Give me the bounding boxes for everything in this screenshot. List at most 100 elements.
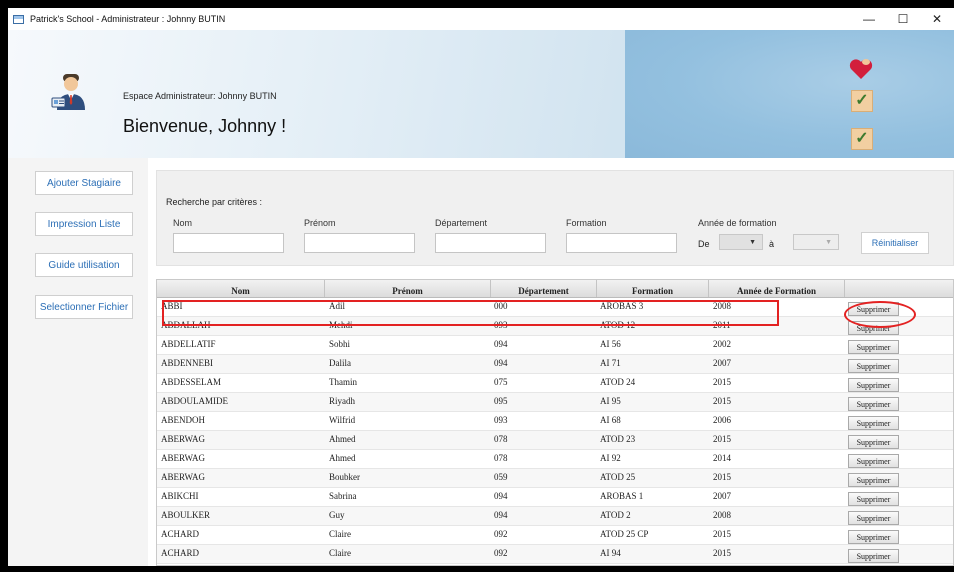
a-label: à [769,239,775,249]
table-row[interactable]: ABOULKER Guy 094 ATOD 2 2008 Supprimer [157,507,953,526]
cell-prenom: Ahmed [329,453,356,463]
cell-annee: 2015 [713,529,731,539]
nom-input[interactable] [173,233,284,253]
cell-formation: ATOD 23 [600,434,636,444]
cell-nom: ABERWAG [161,453,206,463]
prenom-input[interactable] [304,233,415,253]
column-header-annee[interactable]: Année de Formation [709,280,845,297]
table-row[interactable]: ACHARD Claire 092 AI 94 2015 Supprimer [157,545,953,564]
cell-departement: 092 [494,548,508,558]
cell-nom: ABDENNEBI [161,358,213,368]
cell-formation: AI 94 [600,548,621,558]
supprimer-button[interactable]: Supprimer [848,454,899,468]
cell-nom: ABDESSELAM [161,377,222,387]
cell-formation: ATOD 24 [600,377,636,387]
cell-departement: 092 [494,529,508,539]
minimize-button[interactable]: — [852,8,886,30]
cell-formation: AROBAS 1 [600,491,644,501]
cell-prenom: Ahmed [329,434,356,444]
cell-prenom: Dalila [329,358,351,368]
cell-formation: AI 68 [600,415,621,425]
cell-prenom: Claire [329,548,351,558]
cell-formation: AI 95 [600,396,621,406]
table-row[interactable]: ABDOULAMIDE Riyadh 095 AI 95 2015 Supprimer [157,393,953,412]
app-window-icon [13,14,24,24]
cell-departement: 094 [494,510,508,520]
cell-nom: ABDELLATIF [161,339,216,349]
welcome-heading: Bienvenue, Johnny ! [123,116,287,136]
cell-formation: AI 71 [600,358,621,368]
table-row[interactable]: ABERWAG Boubker 059 ATOD 25 2015 Supprimer [157,469,953,488]
sidebar-item-ajouter-stagiaire[interactable]: Ajouter Stagiaire [35,171,133,195]
supprimer-button[interactable]: Supprimer [848,435,899,449]
cell-formation: ATOD 25 [600,472,636,482]
table-header: Nom Prénom Département Formation Année d… [157,280,953,298]
admin-space-label: Espace Administrateur: Johnny BUTIN [123,91,277,101]
cell-nom: ACHARD [161,548,200,558]
supprimer-button[interactable]: Supprimer [848,530,899,544]
nom-label: Nom [173,218,193,228]
maximize-button[interactable]: ☐ [886,8,920,30]
cell-formation: ATOD 2 [600,510,631,520]
supprimer-button[interactable]: Supprimer [848,397,899,411]
header-illustration [625,30,954,158]
cell-prenom: Riyadh [329,396,355,406]
check-block: ✓ [851,90,873,112]
sidebar-item-impression-liste[interactable]: Impression Liste [35,212,133,236]
reinitialiser-button[interactable]: Réinitialiser [861,232,929,254]
table-row[interactable]: ABDELLATIF Sobhi 094 AI 56 2002 Supprimer [157,336,953,355]
cell-nom: ABDOULAMIDE [161,396,228,406]
admin-user-icon [51,74,85,110]
supprimer-button[interactable]: Supprimer [848,473,899,487]
table-row[interactable]: ABIKCHI Sabrina 094 AROBAS 1 2007 Supprimer [157,488,953,507]
column-header-nom[interactable]: Nom [157,280,325,297]
chevron-down-icon: ▼ [825,238,832,246]
table-row[interactable]: ACHARD Claire 092 ATOD 25 CP 2015 Supprimer [157,526,953,545]
table-row[interactable]: ABERWAG Ahmed 078 ATOD 23 2015 Supprimer [157,431,953,450]
cell-prenom: Sobhi [329,339,351,349]
supprimer-button[interactable]: Supprimer [848,359,899,373]
departement-label: Département [435,218,488,228]
app-window: Patrick's School - Administrateur : John… [8,8,954,566]
table-body: ABBI Adil 000 AROBAS 3 2008 Supprimer ABDALLAH… [157,298,953,564]
cell-annee: 2015 [713,396,731,406]
header-banner: Espace Administrateur: Johnny BUTIN Bien… [8,30,954,158]
cell-annee: 2002 [713,339,731,349]
cell-annee: 2008 [713,510,731,520]
cell-nom: ABERWAG [161,472,206,482]
cell-departement: 094 [494,358,508,368]
cell-departement: 059 [494,472,508,482]
cell-prenom: Sabrina [329,491,357,501]
close-button[interactable]: ✕ [920,8,954,30]
supprimer-button[interactable]: Supprimer [848,511,899,525]
cell-prenom: Thamin [329,377,357,387]
table-row[interactable]: ABDESSELAM Thamin 075 ATOD 24 2015 Supprimer [157,374,953,393]
departement-input[interactable] [435,233,546,253]
supprimer-button[interactable]: Supprimer [848,378,899,392]
sidebar-item-guide-utilisation[interactable]: Guide utilisation [35,253,133,277]
column-header-prenom[interactable]: Prénom [325,280,491,297]
cell-prenom: Boubker [329,472,360,482]
formation-input[interactable] [566,233,677,253]
supprimer-button[interactable]: Supprimer [848,340,899,354]
supprimer-button[interactable]: Supprimer [848,549,899,563]
column-header-formation[interactable]: Formation [597,280,709,297]
cell-annee: 2015 [713,434,731,444]
annee-a-select[interactable]: ▼ [793,234,839,250]
sidebar-item-selectionner-fichier[interactable]: Selectionner Fichier [35,295,133,319]
table-row[interactable]: ABDENNEBI Dalila 094 AI 71 2007 Supprimer [157,355,953,374]
check-block: ✓ [851,128,873,150]
highlight-rectangle [162,300,779,326]
table-row[interactable]: ABERWAG Ahmed 078 AI 92 2014 Supprimer [157,450,953,469]
supprimer-button[interactable]: Supprimer [848,492,899,506]
cell-formation: AI 92 [600,453,621,463]
cell-prenom: Wilfrid [329,415,356,425]
table-row[interactable]: ABENDOH Wilfrid 093 AI 68 2006 Supprimer [157,412,953,431]
de-label: De [698,239,710,249]
column-header-departement[interactable]: Département [491,280,597,297]
window-title: Patrick's School - Administrateur : John… [30,14,226,24]
supprimer-button[interactable]: Supprimer [848,416,899,430]
annee-de-select[interactable]: ▼ [719,234,763,250]
title-bar: Patrick's School - Administrateur : John… [8,8,954,30]
column-header-actions [845,280,953,297]
